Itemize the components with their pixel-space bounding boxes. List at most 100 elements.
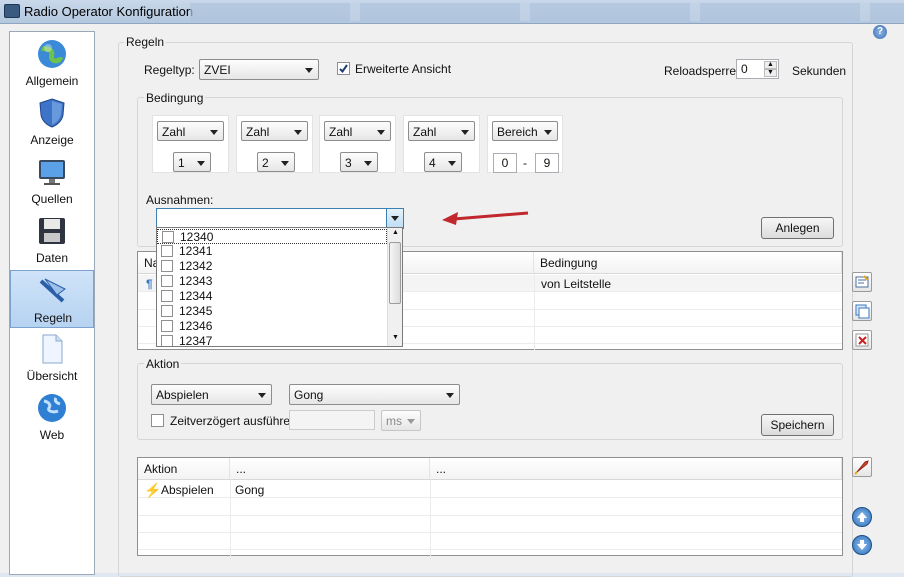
option-checkbox[interactable]	[161, 275, 173, 287]
option-checkbox[interactable]	[161, 305, 173, 317]
speichern-button[interactable]: Speichern	[761, 414, 834, 436]
nav-item-daten[interactable]: Daten	[10, 211, 94, 269]
reload-value: 0	[741, 62, 748, 76]
action-rocket-button[interactable]	[852, 457, 872, 477]
nav-item-uebersicht[interactable]: Übersicht	[10, 329, 94, 387]
anlegen-button[interactable]: Anlegen	[761, 217, 834, 239]
nav-label: Web	[39, 428, 65, 442]
copy-rule-button[interactable]	[852, 301, 872, 321]
floppy-disk-icon	[39, 218, 65, 244]
delete-rule-button[interactable]	[852, 330, 872, 350]
ausnahmen-combo[interactable]	[156, 208, 404, 229]
dropdown-option[interactable]: 12347	[157, 334, 387, 346]
move-down-button[interactable]	[852, 535, 872, 555]
option-checkbox[interactable]	[161, 245, 173, 257]
condition-box-1: Zahl 1	[152, 115, 229, 173]
condition-digit-select[interactable]: 2	[257, 152, 295, 172]
table-row[interactable]: ⚡ Abspielen Gong	[138, 481, 842, 498]
window-title: Radio Operator Konfiguration	[24, 4, 194, 19]
chevron-down-icon	[210, 130, 218, 135]
rule-bedingung-cell: von Leitstelle	[541, 277, 612, 291]
ausnahmen-dropdown-button[interactable]	[386, 209, 403, 228]
sound-value: Gong	[294, 388, 324, 402]
nav-item-allgemein[interactable]: Allgemein	[10, 34, 94, 92]
chevron-down-icon	[407, 419, 415, 424]
bedingung-group-label: Bedingung	[144, 91, 206, 105]
stepper-up-icon[interactable]: ▲	[764, 61, 777, 69]
aktion-select[interactable]: Abspielen	[151, 384, 272, 405]
main-window: ? Allgemein Anzeige Quellen Daten Regeln…	[0, 24, 904, 577]
bereich-from-input[interactable]: 0	[493, 153, 517, 173]
actions-column-param[interactable]: ...	[230, 458, 430, 480]
dropdown-option[interactable]: 12345	[157, 304, 387, 319]
actions-column-extra[interactable]: ...	[430, 458, 842, 480]
chevron-down-icon	[391, 216, 399, 221]
chevron-down-icon	[448, 161, 456, 166]
aktion-value: Abspielen	[156, 388, 209, 402]
regeltyp-select[interactable]: ZVEI	[199, 59, 319, 80]
condition-digit-select[interactable]: 1	[173, 152, 211, 172]
condition-digit-select[interactable]: 3	[340, 152, 378, 172]
option-checkbox[interactable]	[161, 320, 173, 332]
zeitverzoegert-checkbox[interactable]	[151, 414, 164, 427]
help-icon[interactable]: ?	[873, 25, 887, 39]
dropdown-option[interactable]: 12344	[157, 289, 387, 304]
delay-unit-select[interactable]: ms	[381, 410, 421, 431]
edit-icon	[855, 275, 869, 288]
chevron-down-icon	[364, 161, 372, 166]
condition-box-3: Zahl 3	[319, 115, 396, 173]
globe-icon	[38, 40, 66, 68]
option-checkbox[interactable]	[162, 231, 174, 243]
move-up-button[interactable]	[852, 507, 872, 527]
condition-type-select[interactable]: Zahl	[408, 121, 475, 141]
erweiterte-checkbox[interactable]	[337, 62, 350, 75]
dropdown-option[interactable]: 12343	[157, 274, 387, 289]
nav-item-anzeige[interactable]: Anzeige	[10, 93, 94, 151]
condition-type-value: Zahl	[329, 125, 353, 139]
edit-rule-button[interactable]	[852, 272, 872, 292]
sound-select[interactable]: Gong	[289, 384, 460, 405]
option-label: 12340	[180, 230, 214, 244]
dropdown-option[interactable]: 12340	[157, 229, 387, 244]
option-checkbox[interactable]	[161, 290, 173, 302]
nav-item-quellen[interactable]: Quellen	[10, 152, 94, 210]
scroll-up-icon[interactable]: ▲	[392, 229, 399, 236]
chevron-down-icon	[281, 161, 289, 166]
scroll-down-icon[interactable]: ▼	[392, 334, 399, 341]
ausnahmen-label: Ausnahmen:	[146, 193, 214, 207]
stepper-down-icon[interactable]: ▼	[764, 69, 777, 77]
bereich-type-value: Bereich	[497, 125, 538, 139]
regeltyp-value: ZVEI	[204, 63, 231, 77]
nav-item-regeln[interactable]: Regeln	[10, 270, 94, 328]
reload-stepper[interactable]: 0 ▲ ▼	[736, 59, 779, 79]
nav-item-web[interactable]: Web	[10, 388, 94, 446]
bereich-type-select[interactable]: Bereich	[492, 121, 558, 141]
condition-type-select[interactable]: Zahl	[157, 121, 224, 141]
nav-label: Übersicht	[26, 369, 78, 383]
dropdown-scrollbar[interactable]: ▲ ▼	[387, 228, 402, 346]
rules-column-bedingung[interactable]: Bedingung	[534, 252, 842, 274]
ausnahmen-dropdown-list: 12340 12341 12342 12343 12344 12345 1234…	[156, 227, 403, 347]
dropdown-option[interactable]: 12342	[157, 259, 387, 274]
dropdown-option[interactable]: 12346	[157, 319, 387, 334]
column-divider	[230, 480, 231, 556]
condition-box-4: Zahl 4	[403, 115, 480, 173]
table-row	[138, 499, 842, 516]
action-name-cell: Abspielen	[161, 483, 214, 497]
scrollbar-thumb[interactable]	[389, 242, 401, 304]
document-icon	[42, 334, 63, 364]
bereich-to-input[interactable]: 9	[535, 153, 559, 173]
condition-type-select[interactable]: Zahl	[324, 121, 391, 141]
nav-label: Allgemein	[25, 74, 79, 88]
option-checkbox[interactable]	[161, 260, 173, 272]
actions-column-aktion[interactable]: Aktion	[138, 458, 230, 480]
condition-box-2: Zahl 2	[236, 115, 313, 173]
dropdown-option[interactable]: 12341	[157, 244, 387, 259]
condition-digit-select[interactable]: 4	[424, 152, 462, 172]
regeln-group-label: Regeln	[124, 35, 167, 49]
option-checkbox[interactable]	[161, 335, 173, 346]
condition-type-select[interactable]: Zahl	[241, 121, 308, 141]
delay-input[interactable]	[289, 410, 375, 430]
regeltyp-label: Regeltyp:	[144, 63, 195, 77]
condition-digit-value: 4	[429, 156, 436, 170]
